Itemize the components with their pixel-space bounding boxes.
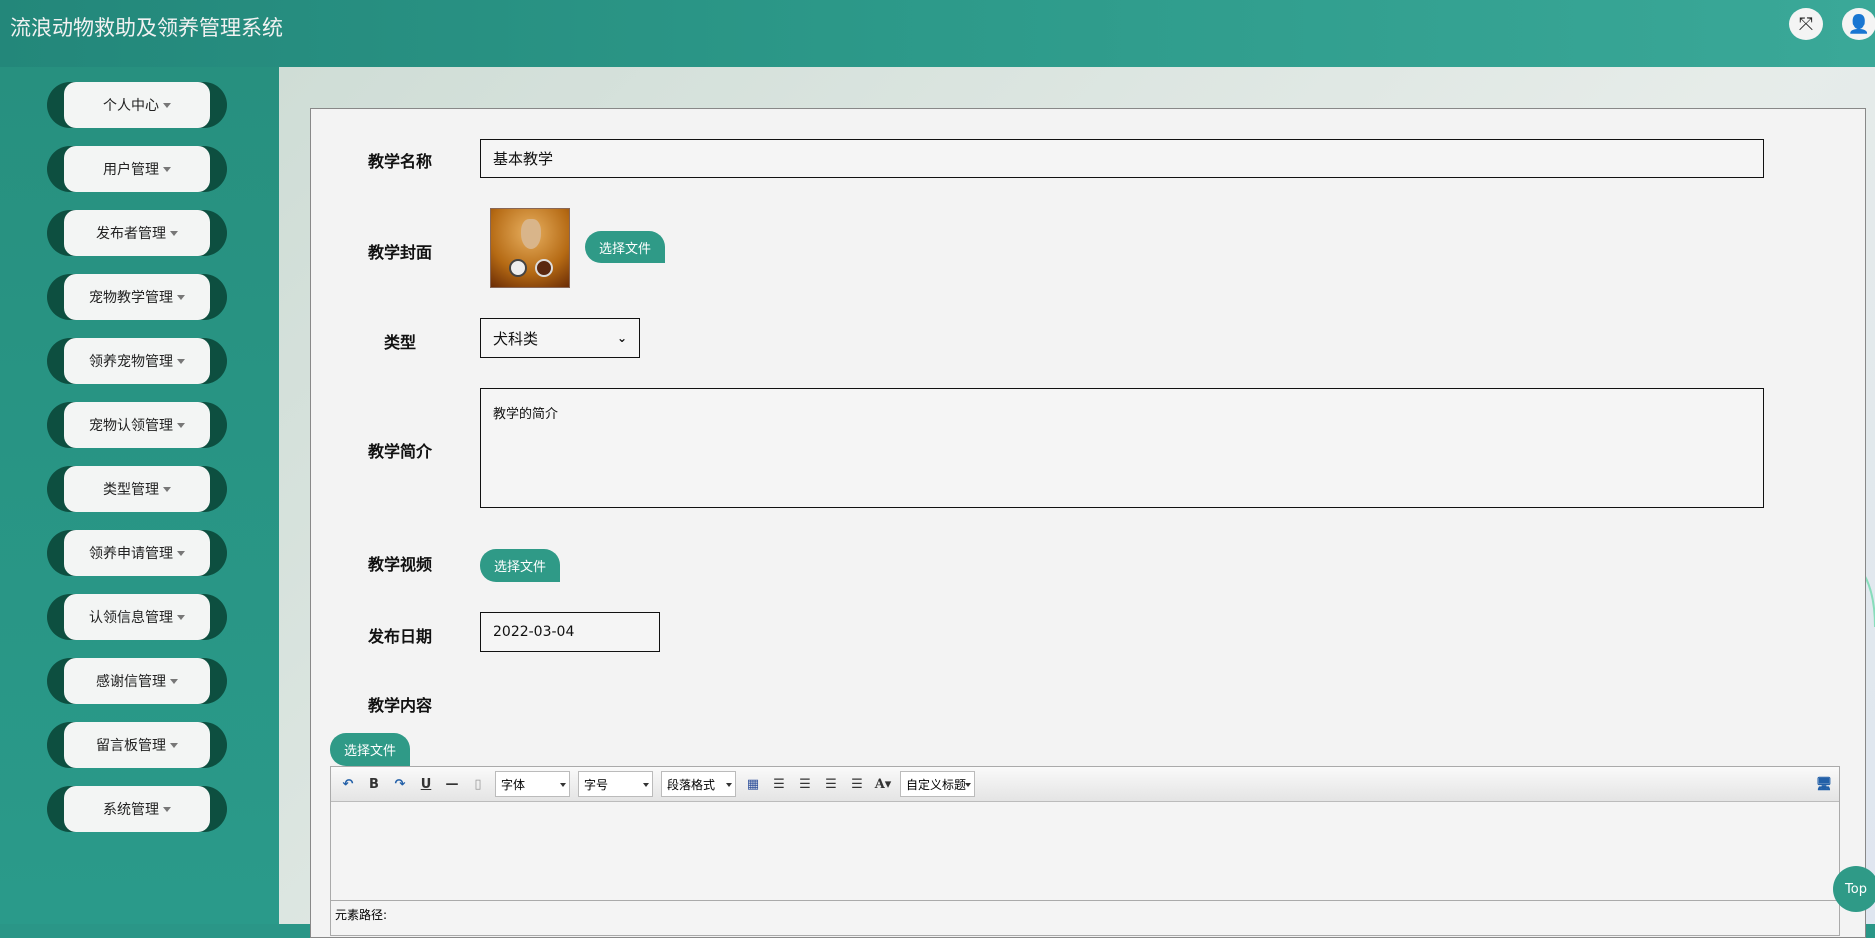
redo-icon[interactable]: ↷	[391, 777, 409, 792]
font-family-select[interactable]: 字体	[495, 771, 570, 797]
caret-down-icon	[177, 550, 185, 556]
sidebar-item-button[interactable]: 个人中心	[64, 82, 210, 128]
preview-monitor-icon[interactable]: 🖥	[1815, 777, 1833, 792]
sidebar-item-label: 类型管理	[103, 482, 159, 498]
sidebar-item-button[interactable]: 用户管理	[64, 146, 210, 192]
caret-down-icon	[163, 102, 171, 108]
sidebar-item[interactable]: 留言板管理	[47, 722, 227, 768]
sidebar-item-button[interactable]: 发布者管理	[64, 210, 210, 256]
sidebar-item[interactable]: 领养申请管理	[47, 530, 227, 576]
expand-icon[interactable]: ⤧	[1789, 8, 1823, 40]
underline-icon[interactable]: U	[417, 777, 435, 792]
caret-down-icon	[170, 742, 178, 748]
type-select[interactable]: 犬科类 ⌄	[480, 318, 640, 358]
sidebar-item[interactable]: 领养宠物管理	[47, 338, 227, 384]
chevron-down-icon: ⌄	[616, 331, 627, 345]
caret-down-icon	[177, 614, 185, 620]
user-icon[interactable]: 👤	[1842, 8, 1875, 40]
editor-toolbar: ↶ B ↷ U — ▯ 字体 字号 段落格式 ▦ ☰ ☰ ☰ ☰ A▾ 自定义标…	[331, 767, 1839, 802]
sidebar-item-button[interactable]: 宠物教学管理	[64, 274, 210, 320]
align-justify-icon[interactable]: ☰	[848, 777, 866, 792]
sidebar-item-label: 宠物认领管理	[89, 418, 173, 434]
table-icon[interactable]: ▦	[744, 777, 762, 792]
sidebar-item-button[interactable]: 类型管理	[64, 466, 210, 512]
document-icon[interactable]: ▯	[469, 777, 487, 792]
align-center-icon[interactable]: ☰	[822, 777, 840, 792]
sidebar-item-button[interactable]: 系统管理	[64, 786, 210, 832]
sidebar-item-label: 宠物教学管理	[89, 290, 173, 306]
intro-label: 教学简介	[368, 442, 433, 461]
caret-down-icon	[170, 678, 178, 684]
horizontal-rule-icon[interactable]: —	[443, 777, 461, 792]
align-right-icon[interactable]: ☰	[796, 777, 814, 792]
name-label: 教学名称	[368, 152, 433, 171]
sidebar-item[interactable]: 用户管理	[47, 146, 227, 192]
type-select-value: 犬科类	[493, 329, 539, 348]
intro-textarea[interactable]: 教学的简介	[480, 388, 1764, 508]
sidebar-item[interactable]: 感谢信管理	[47, 658, 227, 704]
content-choose-file-button[interactable]: 选择文件	[330, 733, 410, 766]
sidebar-item-label: 领养申请管理	[89, 546, 173, 562]
date-input[interactable]: 2022-03-04	[480, 612, 660, 652]
cover-choose-file-button[interactable]: 选择文件	[585, 231, 665, 263]
caret-down-icon	[163, 486, 171, 492]
sidebar-item[interactable]: 宠物教学管理	[47, 274, 227, 320]
caret-down-icon	[177, 294, 185, 300]
caret-down-icon	[163, 806, 171, 812]
type-label: 类型	[384, 333, 417, 352]
sidebar-item-label: 留言板管理	[96, 738, 166, 754]
sidebar-item-button[interactable]: 宠物认领管理	[64, 402, 210, 448]
cover-image	[490, 208, 570, 288]
sidebar-item-label: 系统管理	[103, 802, 159, 818]
font-color-icon[interactable]: A▾	[874, 777, 892, 792]
cover-label: 教学封面	[368, 243, 433, 262]
caret-down-icon	[170, 230, 178, 236]
sidebar-item-label: 用户管理	[103, 162, 159, 178]
align-left-icon[interactable]: ☰	[770, 777, 788, 792]
paragraph-format-select[interactable]: 段落格式	[661, 771, 736, 797]
sidebar-item-label: 感谢信管理	[96, 674, 166, 690]
sidebar-item-button[interactable]: 感谢信管理	[64, 658, 210, 704]
bold-icon[interactable]: B	[365, 777, 383, 792]
font-size-select[interactable]: 字号	[578, 771, 653, 797]
custom-title-select[interactable]: 自定义标题	[900, 771, 975, 797]
video-label: 教学视频	[368, 555, 433, 574]
editor-body[interactable]	[331, 802, 1839, 900]
undo-icon[interactable]: ↶	[339, 777, 357, 792]
sidebar: 个人中心用户管理发布者管理宠物教学管理 领养宠物管理 宠物认领管理 类型管理领养申请管…	[0, 67, 279, 924]
sidebar-item-button[interactable]: 留言板管理	[64, 722, 210, 768]
element-path: 元素路径:	[331, 900, 1839, 924]
sidebar-item-button[interactable]: 领养申请管理	[64, 530, 210, 576]
sidebar-item-button[interactable]: 领养宠物管理	[64, 338, 210, 384]
back-to-top-button[interactable]: Top	[1833, 866, 1875, 912]
sidebar-item[interactable]: 系统管理	[47, 786, 227, 832]
sidebar-item-label: 发布者管理	[96, 226, 166, 242]
sidebar-item[interactable]: 认领信息管理	[47, 594, 227, 640]
app-title: 流浪动物救助及领养管理系统	[10, 16, 283, 40]
sidebar-item-label: 认领信息管理	[89, 610, 173, 626]
sidebar-item[interactable]: 类型管理	[47, 466, 227, 512]
rich-text-editor: ↶ B ↷ U — ▯ 字体 字号 段落格式 ▦ ☰ ☰ ☰ ☰ A▾ 自定义标…	[330, 766, 1840, 936]
caret-down-icon	[177, 422, 185, 428]
date-label: 发布日期	[368, 627, 433, 646]
content-label: 教学内容	[368, 696, 433, 715]
header: 流浪动物救助及领养管理系统 ⤧ 👤	[0, 0, 1875, 67]
caret-down-icon	[163, 166, 171, 172]
sidebar-item[interactable]: 发布者管理	[47, 210, 227, 256]
caret-down-icon	[177, 358, 185, 364]
video-choose-file-button[interactable]: 选择文件	[480, 549, 560, 582]
sidebar-item-button[interactable]: 认领信息管理	[64, 594, 210, 640]
sidebar-item-label: 领养宠物管理	[89, 354, 173, 370]
sidebar-item[interactable]: 个人中心	[47, 82, 227, 128]
sidebar-item-label: 个人中心	[103, 98, 159, 114]
sidebar-item[interactable]: 宠物认领管理	[47, 402, 227, 448]
name-input[interactable]: 基本教学	[480, 139, 1764, 178]
